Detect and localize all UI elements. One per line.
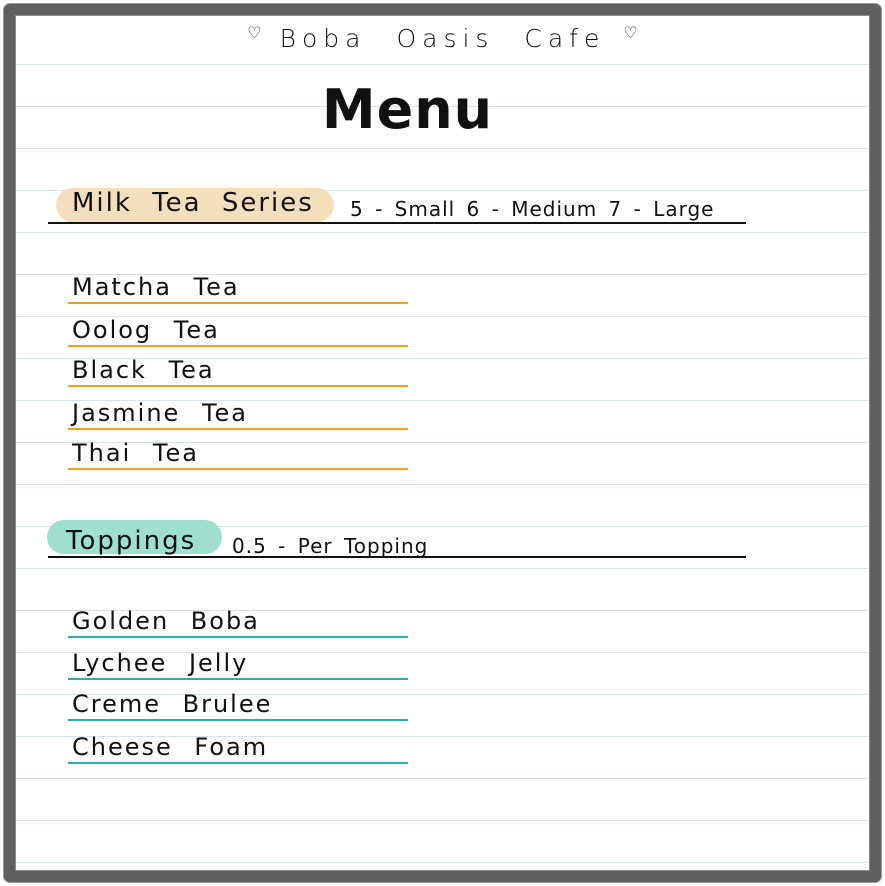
menu-item-matcha-tea: Matcha Tea bbox=[68, 272, 408, 304]
toppings-section-title: Toppings bbox=[66, 526, 197, 556]
topping-item-lychee-jelly: Lychee Jelly bbox=[68, 648, 408, 680]
heart-icon: ♡ bbox=[247, 23, 262, 42]
milk-tea-divider bbox=[48, 222, 746, 224]
cafe-header: ♡ Boba Oasis Cafe ♡ bbox=[0, 23, 885, 53]
menu-item-jasmine-tea: Jasmine Tea bbox=[68, 398, 408, 430]
topping-item-golden-boba: Golden Boba bbox=[68, 606, 408, 638]
milk-tea-section-title: Milk Tea Series bbox=[72, 188, 314, 218]
item-underline bbox=[68, 468, 408, 470]
menu-item-label: Matcha Tea bbox=[72, 273, 240, 301]
menu-item-thai-tea: Thai Tea bbox=[68, 438, 408, 470]
menu-item-label: Black Tea bbox=[72, 356, 215, 384]
item-underline bbox=[68, 719, 408, 721]
item-underline bbox=[68, 345, 408, 347]
milk-tea-price-note: 5 - Small 6 - Medium 7 - Large bbox=[350, 197, 715, 221]
item-underline bbox=[68, 762, 408, 764]
menu-title: Menu bbox=[321, 78, 494, 141]
cafe-name: Boba Oasis Cafe bbox=[279, 24, 606, 53]
menu-item-label: Oolog Tea bbox=[72, 316, 220, 344]
topping-item-creme-brulee: Creme Brulee bbox=[68, 689, 408, 721]
item-underline bbox=[68, 636, 408, 638]
topping-item-label: Cheese Foam bbox=[72, 733, 269, 761]
toppings-price-note: 0.5 - Per Topping bbox=[232, 534, 429, 558]
menu-item-label: Thai Tea bbox=[72, 439, 199, 467]
heart-icon: ♡ bbox=[623, 23, 638, 42]
topping-item-cheese-foam: Cheese Foam bbox=[68, 732, 408, 764]
topping-item-label: Golden Boba bbox=[72, 607, 260, 635]
item-underline bbox=[68, 302, 408, 304]
menu-item-oolog-tea: Oolog Tea bbox=[68, 315, 408, 347]
item-underline bbox=[68, 428, 408, 430]
item-underline bbox=[68, 385, 408, 387]
toppings-divider bbox=[48, 556, 746, 558]
topping-item-label: Lychee Jelly bbox=[72, 649, 249, 677]
item-underline bbox=[68, 678, 408, 680]
menu-item-label: Jasmine Tea bbox=[72, 399, 248, 427]
menu-item-black-tea: Black Tea bbox=[68, 355, 408, 387]
topping-item-label: Creme Brulee bbox=[72, 690, 273, 718]
